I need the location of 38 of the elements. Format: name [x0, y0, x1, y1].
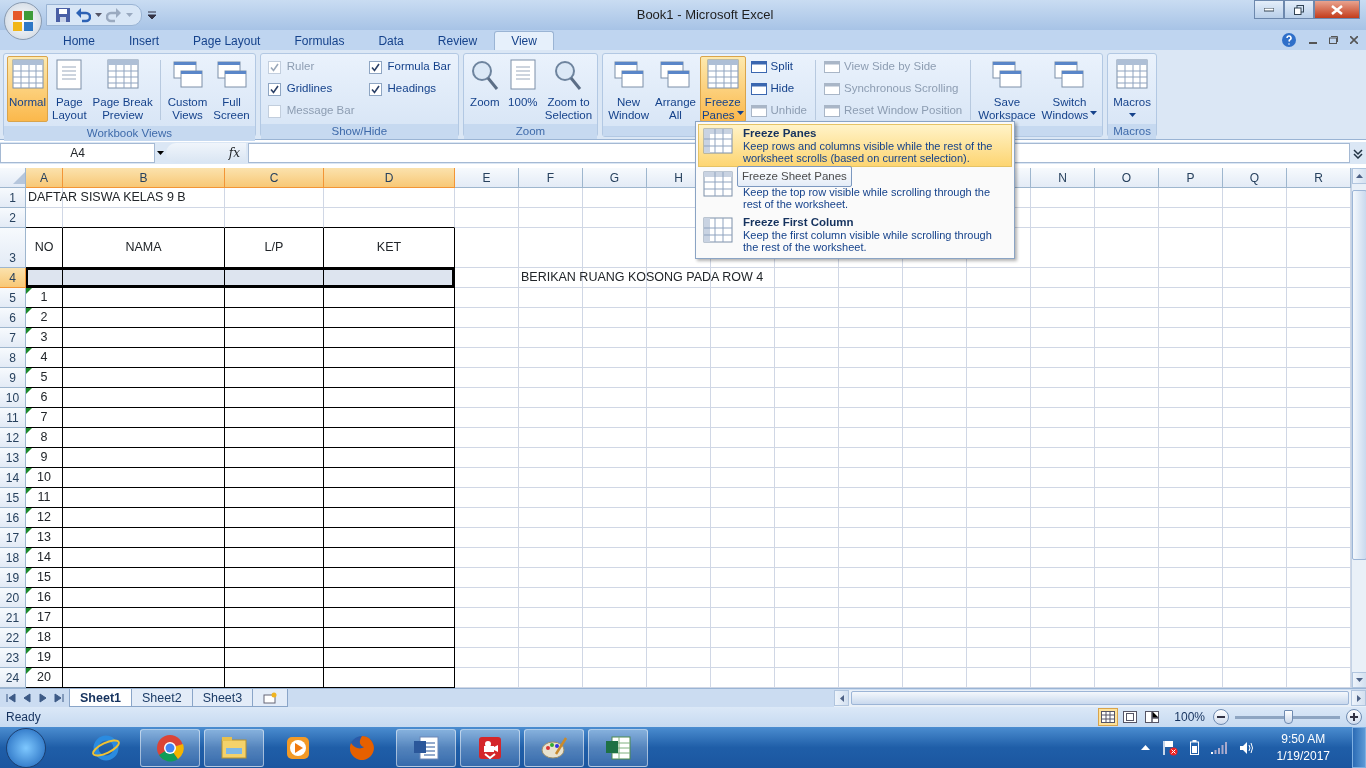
tooltip: Freeze Sheet Panes — [737, 166, 852, 188]
group-label: Zoom — [463, 124, 598, 139]
cell-text: 1 — [40, 290, 48, 305]
cell-text: 15 — [37, 570, 51, 585]
cell-text: KET — [376, 240, 402, 255]
menu-item-description: Keep rows and columns visible while the rest of the worksheet scrolls (based on current selection). — [743, 140, 994, 164]
cell-text: 18 — [37, 630, 51, 645]
menu-item-title: Freeze Panes — [743, 127, 818, 140]
cell-text: 19 — [37, 650, 51, 665]
cell-text: 4 — [40, 350, 48, 365]
cell-text: 7 — [40, 410, 48, 425]
menu-item-description: Keep the top row visible while scrolling through the rest of the worksheet. — [743, 186, 992, 210]
group-label: Show/Hide — [260, 124, 458, 139]
cell-text: 16 — [37, 590, 51, 605]
group-label: Macros — [1108, 124, 1156, 139]
cell-text: DAFTAR SISWA KELAS 9 B — [28, 190, 186, 205]
cell-text: 17 — [37, 610, 51, 625]
cell-text: 11 — [37, 490, 51, 505]
cell-text: 13 — [37, 530, 51, 545]
cell-text: NAMA — [125, 240, 162, 255]
cell-text: 20 — [37, 670, 51, 685]
cell-text: 8 — [40, 430, 48, 445]
cell-text: 14 — [37, 550, 51, 565]
cell-text: L/P — [264, 240, 284, 255]
cell-text: 9 — [40, 450, 48, 465]
cell-text: NO — [34, 240, 54, 255]
window-title: Book1 - Microsoft Excel — [635, 6, 775, 25]
cell-text: 6 — [40, 390, 48, 405]
menu-item-title: Freeze First Column — [743, 216, 855, 229]
cell-text: BERIKAN RUANG KOSONG PADA ROW 4 — [521, 270, 764, 285]
cell-text: 5 — [40, 370, 48, 385]
cell-text: 2 — [40, 310, 48, 325]
menu-item-description: Keep the first column visible while scrolling through the rest of the worksheet. — [743, 229, 993, 253]
group-label: Workbook Views — [4, 126, 255, 141]
status-text: Ready — [6, 709, 41, 726]
cell-text: 3 — [40, 330, 48, 345]
cell-text: 10 — [37, 470, 51, 485]
cell-text: 12 — [37, 510, 51, 525]
